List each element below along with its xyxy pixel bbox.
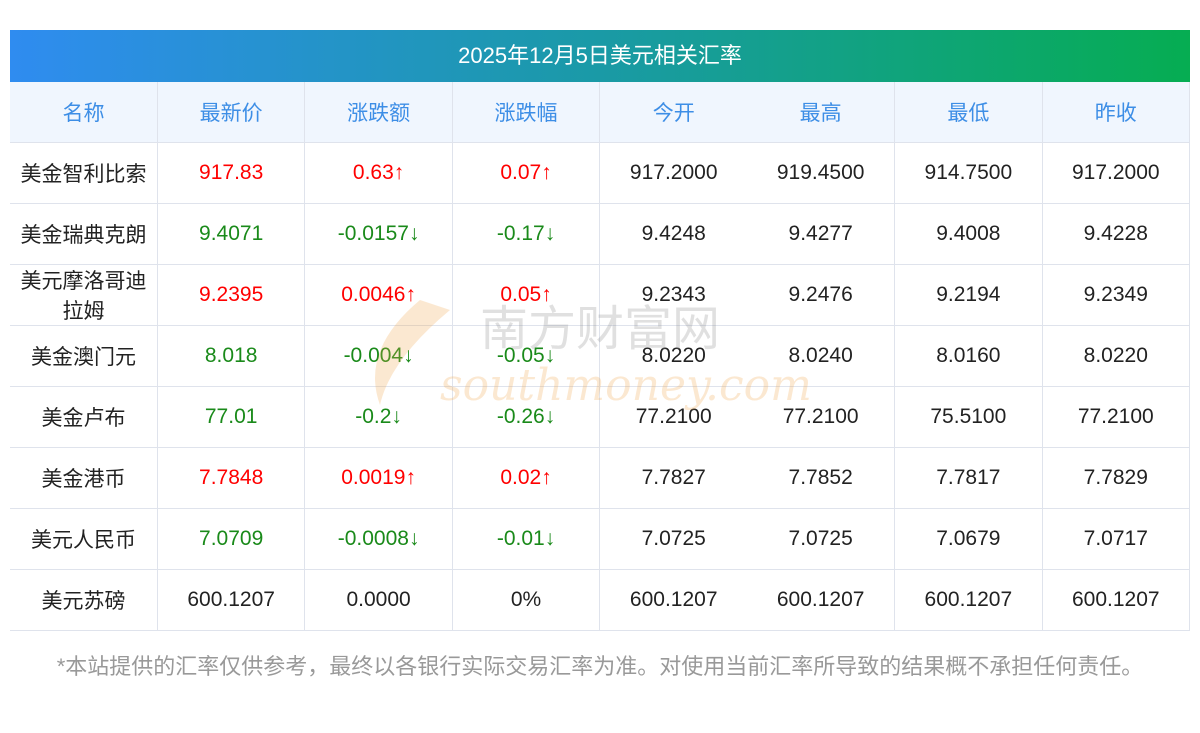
cell-open: 7.7827 bbox=[599, 447, 748, 509]
cell-low: 600.1207 bbox=[894, 569, 1043, 631]
cell-high: 9.2476 bbox=[747, 264, 896, 326]
cell-open: 9.2343 bbox=[599, 264, 748, 326]
cell-high: 7.0725 bbox=[747, 508, 896, 570]
cell-open: 917.2000 bbox=[599, 142, 748, 204]
cell-low: 7.7817 bbox=[894, 447, 1043, 509]
cell-name: 美元苏磅 bbox=[10, 569, 158, 631]
table-row: 美元摩洛哥迪拉姆 9.2395 0.0046↑ 0.05↑ 9.2343 9.2476 9.… bbox=[10, 264, 1191, 326]
cell-high: 9.4277 bbox=[747, 203, 896, 265]
cell-price: 600.1207 bbox=[157, 569, 306, 631]
cell-low: 914.7500 bbox=[894, 142, 1043, 204]
column-header-low: 最低 bbox=[894, 82, 1043, 143]
rate-table: 名称 最新价 涨跌额 涨跌幅 今开 最高 最低 昨收 美金智利比索 917.83 0.63↑ 0.0… bbox=[10, 82, 1191, 631]
cell-high: 77.2100 bbox=[747, 386, 896, 448]
table-row: 美金瑞典克朗 9.4071 -0.0157↓ -0.17↓ 9.4248 9.4277 9.… bbox=[10, 203, 1191, 265]
column-header-prev: 昨收 bbox=[1042, 82, 1191, 143]
cell-low: 7.0679 bbox=[894, 508, 1043, 570]
cell-price: 9.4071 bbox=[157, 203, 306, 265]
cell-change: -0.0157↓ bbox=[304, 203, 453, 265]
table-row: 美元苏磅 600.1207 0.0000 0% 600.1207 600.1207 600.… bbox=[10, 569, 1191, 631]
cell-name: 美金瑞典克朗 bbox=[10, 203, 158, 265]
cell-open: 7.0725 bbox=[599, 508, 748, 570]
cell-name: 美金卢布 bbox=[10, 386, 158, 448]
cell-prev: 9.2349 bbox=[1042, 264, 1191, 326]
panel-title: 2025年12月5日美元相关汇率 bbox=[10, 30, 1190, 82]
cell-change: 0.0019↑ bbox=[304, 447, 453, 509]
cell-pct: -0.17↓ bbox=[452, 203, 601, 265]
cell-high: 8.0240 bbox=[747, 325, 896, 387]
table-row: 美金卢布 77.01 -0.2↓ -0.26↓ 77.2100 77.2100 75.510… bbox=[10, 386, 1191, 448]
cell-price: 8.018 bbox=[157, 325, 306, 387]
cell-prev: 77.2100 bbox=[1042, 386, 1191, 448]
cell-name: 美元人民币 bbox=[10, 508, 158, 570]
cell-change: -0.2↓ bbox=[304, 386, 453, 448]
cell-high: 7.7852 bbox=[747, 447, 896, 509]
cell-price: 9.2395 bbox=[157, 264, 306, 326]
cell-name: 美金澳门元 bbox=[10, 325, 158, 387]
cell-price: 77.01 bbox=[157, 386, 306, 448]
cell-prev: 600.1207 bbox=[1042, 569, 1191, 631]
cell-high: 600.1207 bbox=[747, 569, 896, 631]
cell-change: -0.004↓ bbox=[304, 325, 453, 387]
cell-name: 美金港币 bbox=[10, 447, 158, 509]
cell-open: 77.2100 bbox=[599, 386, 748, 448]
cell-price: 7.0709 bbox=[157, 508, 306, 570]
cell-price: 917.83 bbox=[157, 142, 306, 204]
exchange-rate-panel: 2025年12月5日美元相关汇率 名称 最新价 涨跌额 涨跌幅 今开 最高 最低 昨收 美金智… bbox=[10, 30, 1191, 631]
cell-prev: 917.2000 bbox=[1042, 142, 1191, 204]
cell-pct: 0.02↑ bbox=[452, 447, 601, 509]
cell-open: 9.4248 bbox=[599, 203, 748, 265]
cell-change: -0.0008↓ bbox=[304, 508, 453, 570]
column-header-name: 名称 bbox=[10, 82, 158, 143]
table-row: 美金澳门元 8.018 -0.004↓ -0.05↓ 8.0220 8.0240 8.016… bbox=[10, 325, 1191, 387]
table-row: 美元人民币 7.0709 -0.0008↓ -0.01↓ 7.0725 7.0725 7.0… bbox=[10, 508, 1191, 570]
cell-low: 9.4008 bbox=[894, 203, 1043, 265]
table-row: 美金智利比索 917.83 0.63↑ 0.07↑ 917.2000 919.4500 91… bbox=[10, 142, 1191, 204]
column-header-high: 最高 bbox=[747, 82, 896, 143]
column-header-price: 最新价 bbox=[157, 82, 306, 143]
cell-high: 919.4500 bbox=[747, 142, 896, 204]
column-header-pct: 涨跌幅 bbox=[452, 82, 601, 143]
cell-pct: -0.01↓ bbox=[452, 508, 601, 570]
cell-low: 8.0160 bbox=[894, 325, 1043, 387]
cell-name: 美金智利比索 bbox=[10, 142, 158, 204]
cell-prev: 7.0717 bbox=[1042, 508, 1191, 570]
column-header-open: 今开 bbox=[599, 82, 748, 143]
column-header-change: 涨跌额 bbox=[304, 82, 453, 143]
cell-pct: -0.05↓ bbox=[452, 325, 601, 387]
cell-change: 0.0046↑ bbox=[304, 264, 453, 326]
cell-open: 8.0220 bbox=[599, 325, 748, 387]
cell-change: 0.0000 bbox=[304, 569, 453, 631]
cell-low: 75.5100 bbox=[894, 386, 1043, 448]
cell-pct: -0.26↓ bbox=[452, 386, 601, 448]
cell-open: 600.1207 bbox=[599, 569, 748, 631]
cell-pct: 0.07↑ bbox=[452, 142, 601, 204]
cell-prev: 7.7829 bbox=[1042, 447, 1191, 509]
cell-name: 美元摩洛哥迪拉姆 bbox=[10, 264, 158, 326]
cell-pct: 0.05↑ bbox=[452, 264, 601, 326]
cell-change: 0.63↑ bbox=[304, 142, 453, 204]
cell-low: 9.2194 bbox=[894, 264, 1043, 326]
cell-pct: 0% bbox=[452, 569, 601, 631]
cell-prev: 9.4228 bbox=[1042, 203, 1191, 265]
table-row: 美金港币 7.7848 0.0019↑ 0.02↑ 7.7827 7.7852 7.7817… bbox=[10, 447, 1191, 509]
cell-price: 7.7848 bbox=[157, 447, 306, 509]
cell-prev: 8.0220 bbox=[1042, 325, 1191, 387]
disclaimer: *本站提供的汇率仅供参考，最终以各银行实际交易汇率为准。对使用当前汇率所导致的结… bbox=[56, 654, 1144, 679]
